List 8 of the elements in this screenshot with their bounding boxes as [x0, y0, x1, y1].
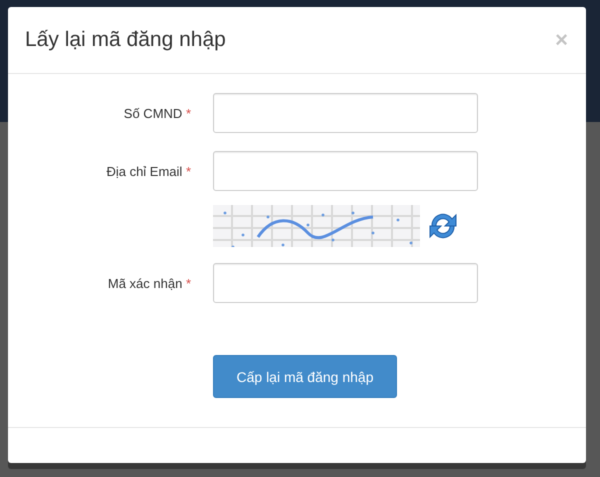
field-label: Địa chỉ Email * [105, 164, 191, 178]
field-label: Mã xác nhận * [106, 276, 191, 290]
dialog-title: Lấy lại mã đăng nhập [25, 28, 226, 52]
input-field[interactable] [213, 151, 478, 191]
input-field[interactable] [213, 263, 478, 303]
input-field[interactable] [213, 93, 478, 133]
submit-button[interactable]: Cấp lại mã đăng nhập [213, 355, 397, 398]
field-label: Số CMND * [122, 106, 191, 120]
